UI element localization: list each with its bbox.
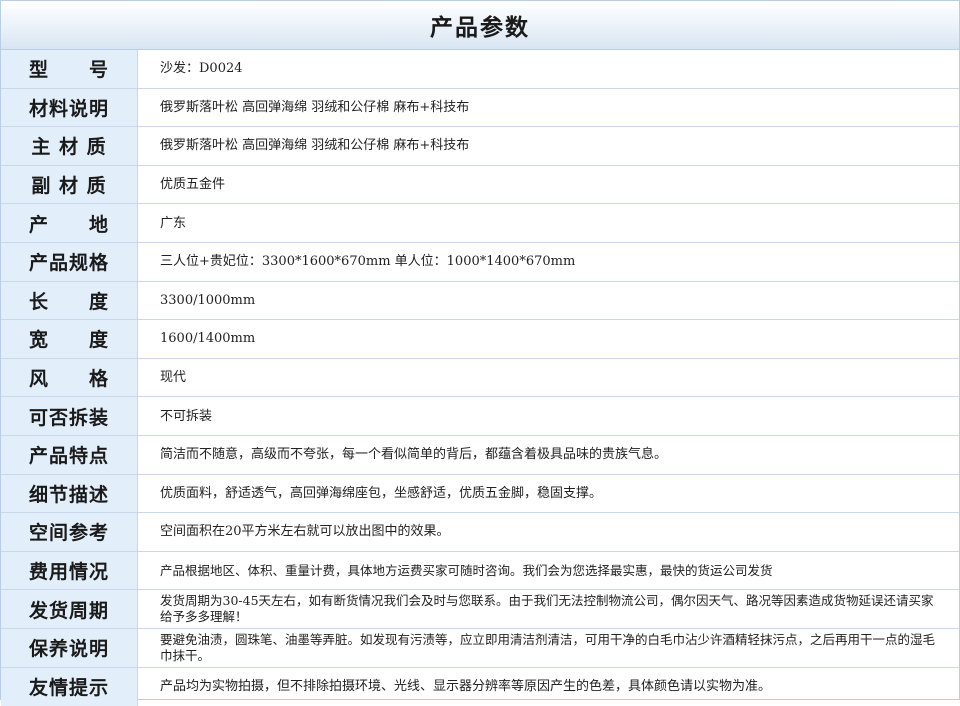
spec-value: 优质面料，舒适透气，高回弹海绵座包，坐感舒适，优质五金脚，稳固支撑。: [138, 475, 959, 513]
spec-value: 产品根据地区、体积、重量计费，具体地方运费买家可随时咨询。我们会为您选择最实惠，…: [138, 552, 959, 590]
spec-label: 长 度: [1, 282, 138, 320]
spec-label: 材料说明: [1, 89, 138, 127]
spec-value: 广东: [138, 204, 959, 242]
spec-value: 三人位+贵妃位：3300*1600*670mm 单人位：1000*1400*67…: [138, 243, 959, 281]
spec-label: 保养说明: [1, 629, 138, 667]
spec-row-model: 型 号 沙发：D0024: [1, 50, 959, 89]
spec-row-material-desc: 材料说明 俄罗斯落叶松 高回弹海绵 羽绒和公仔棉 麻布+科技布: [1, 89, 959, 128]
spec-label: 产品特点: [1, 436, 138, 474]
spec-row-shipping: 发货周期 发货周期为30-45天左右，如有断货情况我们会及时与您联系。由于我们无…: [1, 590, 959, 629]
spec-label: 主 材 质: [1, 127, 138, 165]
spec-value: 现代: [138, 359, 959, 397]
spec-row-features: 产品特点 简洁而不随意，高级而不夸张，每一个看似简单的背后，都蕴含着极具品味的贵…: [1, 436, 959, 475]
spec-label: 细节描述: [1, 475, 138, 513]
spec-value: 沙发：D0024: [138, 50, 959, 88]
spec-value: 简洁而不随意，高级而不夸张，每一个看似简单的背后，都蕴含着极具品味的贵族气息。: [138, 436, 959, 474]
spec-row-space: 空间参考 空间面积在20平方米左右就可以放出图中的效果。: [1, 513, 959, 552]
spec-label: 费用情况: [1, 552, 138, 590]
spec-row-style: 风 格 现代: [1, 359, 959, 398]
spec-value: 要避免油渍，圆珠笔、油墨等弄脏。如发现有污渍等，应立即用清洁剂清洁，可用干净的白…: [138, 629, 959, 667]
spec-row-notice: 友情提示 产品均为实物拍摄，但不排除拍摄环境、光线、显示器分辨率等原因产生的色差…: [1, 668, 959, 706]
spec-label: 可否拆装: [1, 397, 138, 435]
spec-label: 风 格: [1, 359, 138, 397]
spec-value: 不可拆装: [138, 397, 959, 435]
spec-row-width: 宽 度 1600/1400mm: [1, 320, 959, 359]
spec-row-details: 细节描述 优质面料，舒适透气，高回弹海绵座包，坐感舒适，优质五金脚，稳固支撑。: [1, 475, 959, 514]
spec-value: 优质五金件: [138, 166, 959, 204]
table-header: 产品参数: [1, 1, 959, 50]
spec-row-origin: 产 地 广东: [1, 204, 959, 243]
spec-value: 空间面积在20平方米左右就可以放出图中的效果。: [138, 513, 959, 551]
spec-row-main-material: 主 材 质 俄罗斯落叶松 高回弹海绵 羽绒和公仔棉 麻布+科技布: [1, 127, 959, 166]
spec-row-secondary-material: 副 材 质 优质五金件: [1, 166, 959, 205]
spec-row-cost: 费用情况 产品根据地区、体积、重量计费，具体地方运费买家可随时咨询。我们会为您选…: [1, 552, 959, 591]
spec-label: 副 材 质: [1, 166, 138, 204]
spec-label: 友情提示: [1, 668, 138, 706]
spec-value: 3300/1000mm: [138, 282, 959, 320]
spec-value: 俄罗斯落叶松 高回弹海绵 羽绒和公仔棉 麻布+科技布: [138, 127, 959, 165]
spec-row-detachable: 可否拆装 不可拆装: [1, 397, 959, 436]
spec-label: 宽 度: [1, 320, 138, 358]
spec-value: 俄罗斯落叶松 高回弹海绵 羽绒和公仔棉 麻布+科技布: [138, 89, 959, 127]
spec-value: 发货周期为30-45天左右，如有断货情况我们会及时与您联系。由于我们无法控制物流…: [138, 590, 959, 628]
spec-label: 型 号: [1, 50, 138, 88]
spec-value: 1600/1400mm: [138, 320, 959, 358]
spec-row-length: 长 度 3300/1000mm: [1, 282, 959, 321]
spec-label: 产 地: [1, 204, 138, 242]
product-spec-table: 产品参数 型 号 沙发：D0024 材料说明 俄罗斯落叶松 高回弹海绵 羽绒和公…: [0, 0, 960, 700]
page-title: 产品参数: [430, 8, 530, 42]
spec-value: 产品均为实物拍摄，但不排除拍摄环境、光线、显示器分辨率等原因产生的色差，具体颜色…: [138, 668, 959, 706]
spec-row-care: 保养说明 要避免油渍，圆珠笔、油墨等弄脏。如发现有污渍等，应立即用清洁剂清洁，可…: [1, 629, 959, 668]
spec-row-dimensions: 产品规格 三人位+贵妃位：3300*1600*670mm 单人位：1000*14…: [1, 243, 959, 282]
spec-label: 产品规格: [1, 243, 138, 281]
spec-label: 空间参考: [1, 513, 138, 551]
spec-label: 发货周期: [1, 590, 138, 628]
